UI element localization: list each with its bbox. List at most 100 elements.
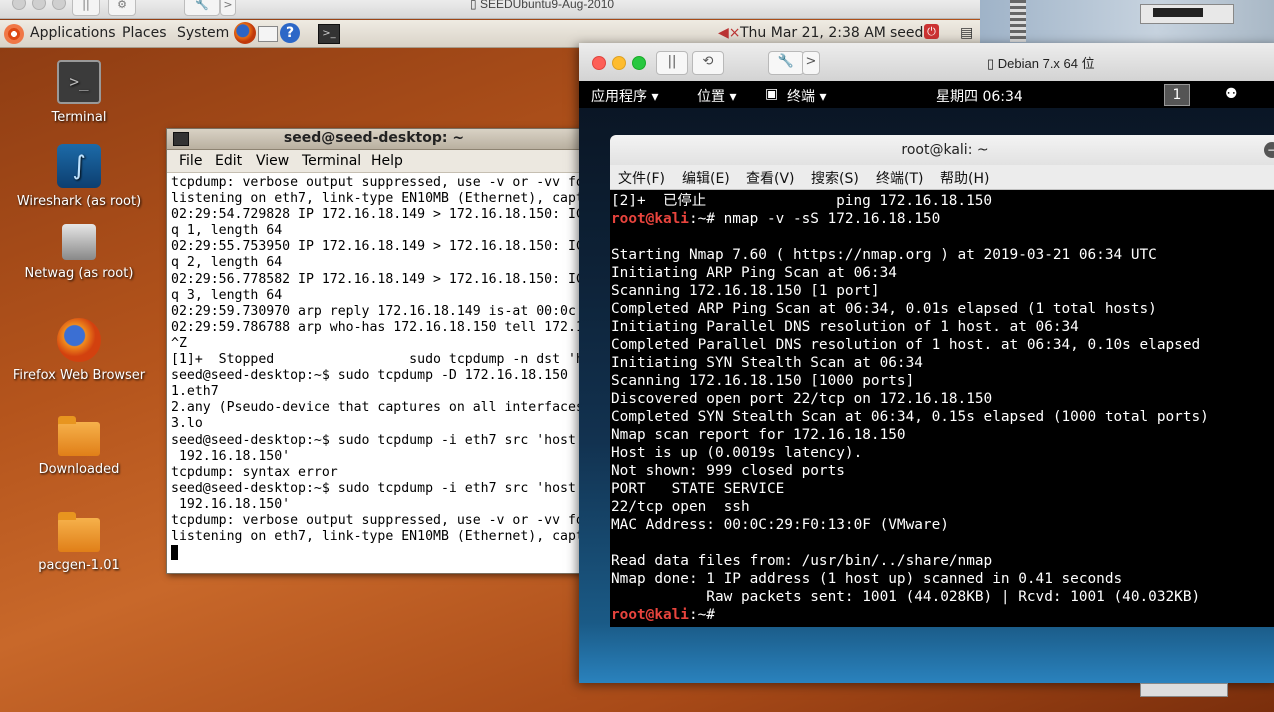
terminal-line: Discovered open port 22/tcp on 172.16.18… <box>611 391 993 407</box>
menu-edit[interactable]: Edit <box>215 153 242 169</box>
kali-terminal-titlebar[interactable]: root@kali: ~ − <box>610 135 1274 165</box>
zoom-button[interactable] <box>52 0 66 10</box>
menu-view[interactable]: View <box>256 153 289 169</box>
terminal-line: Raw packets sent: 1001 (44.028KB) | Rcvd… <box>611 589 1201 605</box>
minimize-icon[interactable]: − <box>1264 142 1274 158</box>
menu-edit[interactable]: 编辑(E) <box>682 168 730 188</box>
menu-help[interactable]: 帮助(H) <box>940 168 989 188</box>
close-button[interactable] <box>12 0 26 10</box>
workspace-indicator[interactable]: 1 <box>1164 84 1190 106</box>
menu-terminal[interactable]: 终端(T) <box>876 168 923 188</box>
terminal-line: q 3, length 64 <box>171 287 283 303</box>
terminal-line: 3.lo <box>171 416 203 432</box>
document-icon: ▯ <box>987 56 995 71</box>
gnome-clock[interactable]: 星期四 06:34 <box>936 86 1023 106</box>
terminal-line: Completed SYN Stealth Scan at 06:34, 0.1… <box>611 409 1209 425</box>
desktop-icon-wireshark[interactable]: ∫ Wireshark (as root) <box>4 144 154 209</box>
desktop-icon-label: Netwag (as root) <box>24 266 134 281</box>
debian-vm-titlebar[interactable]: || ⟲ 🔧 > ▯ Debian 7.x 64 位 <box>579 43 1274 82</box>
terminal-line: 02:29:56.778582 IP 172.16.18.149 > 172.1… <box>171 271 581 287</box>
terminal-line: 192.16.18.150' <box>171 448 291 464</box>
firefox-launcher-icon[interactable] <box>234 22 256 44</box>
debian-vm-window: || ⟲ 🔧 > ▯ Debian 7.x 64 位 应用程序 ▾ 位置 ▾ ▣… <box>579 43 1274 683</box>
terminal-line: tcpdump: verbose output suppressed, use … <box>171 175 581 190</box>
terminal-line: listening on eth7, link-type EN10MB (Eth… <box>171 529 581 545</box>
seed-terminal-titlebar[interactable]: seed@seed-desktop: ~ <box>167 129 581 150</box>
snapshot-button[interactable]: ⚙ <box>108 0 136 16</box>
power-icon[interactable]: ⏻ <box>924 24 939 39</box>
gnome-terminal-menu[interactable]: 终端 ▾ <box>787 86 826 106</box>
desktop-icon-netwag[interactable]: Netwag (as root) <box>4 224 154 281</box>
terminal-line: MAC Address: 00:0C:29:F0:13:0F (VMware) <box>611 517 949 533</box>
kali-terminal-window: root@kali: ~ − 文件(F) 编辑(E) 查看(V) 搜索(S) 终… <box>610 135 1274 627</box>
terminal-line: Scanning 172.16.18.150 [1 port] <box>611 283 880 299</box>
zip-archive-icon <box>1010 0 1026 42</box>
settings-wrench-icon[interactable]: 🔧 <box>184 0 220 16</box>
minimize-button[interactable] <box>32 0 46 10</box>
seed-terminal-title: seed@seed-desktop: ~ <box>283 130 465 146</box>
menu-file[interactable]: File <box>179 153 202 169</box>
terminal-launcher-icon[interactable]: >_ <box>318 24 340 44</box>
final-prompt: root@kali:~# <box>611 606 1274 624</box>
kali-terminal-title: root@kali: ~ <box>901 142 989 158</box>
terminal-line: ^Z <box>171 335 187 351</box>
desktop-icon-firefox[interactable]: Firefox Web Browser <box>4 318 154 383</box>
chevron-right-icon[interactable]: > <box>802 51 820 75</box>
window-title: ▯ Debian 7.x 64 位 <box>987 53 1095 72</box>
applications-menu[interactable]: Applications <box>30 25 116 41</box>
places-menu[interactable]: Places <box>122 25 167 41</box>
desktop-icon-pacgen[interactable]: pacgen-1.01 <box>4 510 154 573</box>
users-icon[interactable]: ⚉ <box>1225 86 1238 102</box>
terminal-icon: >_ <box>57 60 101 104</box>
pause-button[interactable]: || <box>72 0 100 16</box>
window-title-text: SEEDUbuntu9-Aug-2010 <box>479 0 615 11</box>
terminal-line: Nmap done: 1 IP address (1 host up) scan… <box>611 571 1123 587</box>
menu-search[interactable]: 搜索(S) <box>811 168 859 188</box>
prompt-tail: :~# <box>688 211 724 227</box>
terminal-line: Nmap scan report for 172.16.18.150 <box>611 427 906 443</box>
gnome-applications-menu[interactable]: 应用程序 ▾ <box>591 86 658 106</box>
seed-terminal-output[interactable]: tcpdump: verbose output suppressed, use … <box>171 175 581 562</box>
command-line: root@kali:~# nmap -v -sS 172.16.18.150 <box>611 210 1274 228</box>
firefox-icon <box>57 318 101 362</box>
drive-icon <box>1140 4 1234 24</box>
panel-clock[interactable]: Thu Mar 21, 2:38 AM <box>740 25 886 41</box>
network-icon[interactable]: ▤ <box>960 25 973 41</box>
desktop-icon-label: pacgen-1.01 <box>38 558 120 573</box>
terminal-line: 2.any (Pseudo-device that captures on al… <box>171 400 581 416</box>
folder-icon <box>58 416 100 456</box>
terminal-line: listening on eth7, link-type EN10MB (Eth… <box>171 191 581 207</box>
desktop-icon-terminal[interactable]: >_ Terminal <box>4 60 154 125</box>
menu-file[interactable]: 文件(F) <box>618 168 665 188</box>
system-menu[interactable]: System <box>177 25 229 41</box>
volume-muted-icon[interactable]: ◀× <box>718 25 741 41</box>
window-title-text: Debian 7.x 64 位 <box>997 56 1095 71</box>
desktop-icon-downloaded[interactable]: Downloaded <box>4 414 154 477</box>
settings-wrench-icon[interactable]: 🔧 <box>768 51 804 75</box>
menu-view[interactable]: 查看(V) <box>746 168 795 188</box>
kali-terminal-output[interactable]: [2]+ 已停止 ping 172.16.18.150 root@kali:~# … <box>611 190 1274 627</box>
terminal-line: seed@seed-desktop:~$ sudo tcpdump -i eth… <box>171 432 581 448</box>
pause-button[interactable]: || <box>656 51 688 75</box>
help-icon[interactable]: ? <box>280 23 300 43</box>
kali-terminal-menubar: 文件(F) 编辑(E) 查看(V) 搜索(S) 终端(T) 帮助(H) <box>610 165 1274 190</box>
terminal-line: 02:29:59.730970 arp reply 172.16.18.149 … <box>171 303 581 319</box>
minimize-button[interactable] <box>612 56 626 70</box>
close-button[interactable] <box>592 56 606 70</box>
zoom-button[interactable] <box>632 56 646 70</box>
snapshot-button[interactable]: ⟲ <box>692 51 724 75</box>
menu-help[interactable]: Help <box>371 153 403 169</box>
prompt-user: root@kali <box>611 211 689 227</box>
mail-launcher-icon[interactable] <box>258 26 278 42</box>
chevron-right-icon[interactable]: > <box>220 0 236 16</box>
terminal-line: Starting Nmap 7.60 ( https://nmap.org ) … <box>611 247 1157 263</box>
terminal-line: Completed ARP Ping Scan at 06:34, 0.01s … <box>611 301 1157 317</box>
terminal-line: seed@seed-desktop:~$ sudo tcpdump -D 172… <box>171 368 568 384</box>
gnome-places-menu[interactable]: 位置 ▾ <box>697 86 736 106</box>
panel-user[interactable]: seed <box>890 25 923 41</box>
host-vm-titlebar: || ⚙ 🔧 > ▯ SEEDUbuntu9-Aug-2010 <box>0 0 980 19</box>
gnome-terminal-app-icon[interactable]: ▣ <box>765 86 778 102</box>
menu-terminal[interactable]: Terminal <box>302 153 361 169</box>
terminal-line: tcpdump: syntax error <box>171 464 338 480</box>
